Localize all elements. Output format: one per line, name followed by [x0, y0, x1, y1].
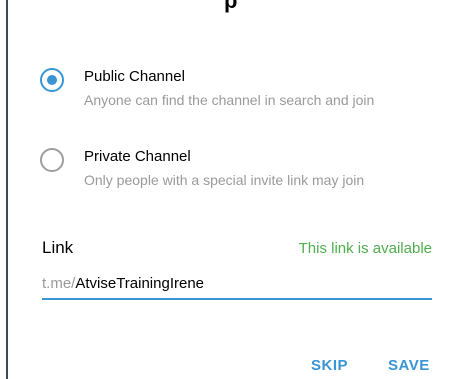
public-channel-title: Public Channel: [84, 68, 185, 85]
private-channel-description: Only people with a special invite link m…: [84, 172, 365, 188]
skip-button[interactable]: SKIP: [311, 357, 348, 374]
public-channel-text: Public Channel Anyone can find the chann…: [84, 68, 374, 109]
create-channel-dialog: p Public Channel Anyone can find the cha…: [0, 0, 454, 379]
public-channel-description: Anyone can find the channel in search an…: [84, 92, 375, 108]
public-channel-radio[interactable]: [40, 68, 64, 92]
public-channel-option[interactable]: Public Channel Anyone can find the chann…: [40, 68, 374, 109]
link-value[interactable]: AtviseTrainingIrene: [75, 275, 204, 292]
private-channel-radio[interactable]: [40, 148, 64, 172]
dialog-border: [6, 0, 8, 379]
link-status: This link is available: [298, 240, 432, 257]
link-label: Link: [42, 238, 74, 257]
link-prefix: t.me/: [42, 275, 76, 292]
private-channel-option[interactable]: Private Channel Only people with a speci…: [40, 148, 364, 189]
link-input[interactable]: t.me/AtviseTrainingIrene: [42, 275, 432, 299]
private-channel-title: Private Channel: [84, 148, 191, 165]
link-input-underline: [42, 298, 432, 300]
save-button[interactable]: SAVE: [388, 357, 430, 374]
dialog-title-fragment: p: [224, 0, 238, 13]
private-channel-text: Private Channel Only people with a speci…: [84, 148, 364, 189]
